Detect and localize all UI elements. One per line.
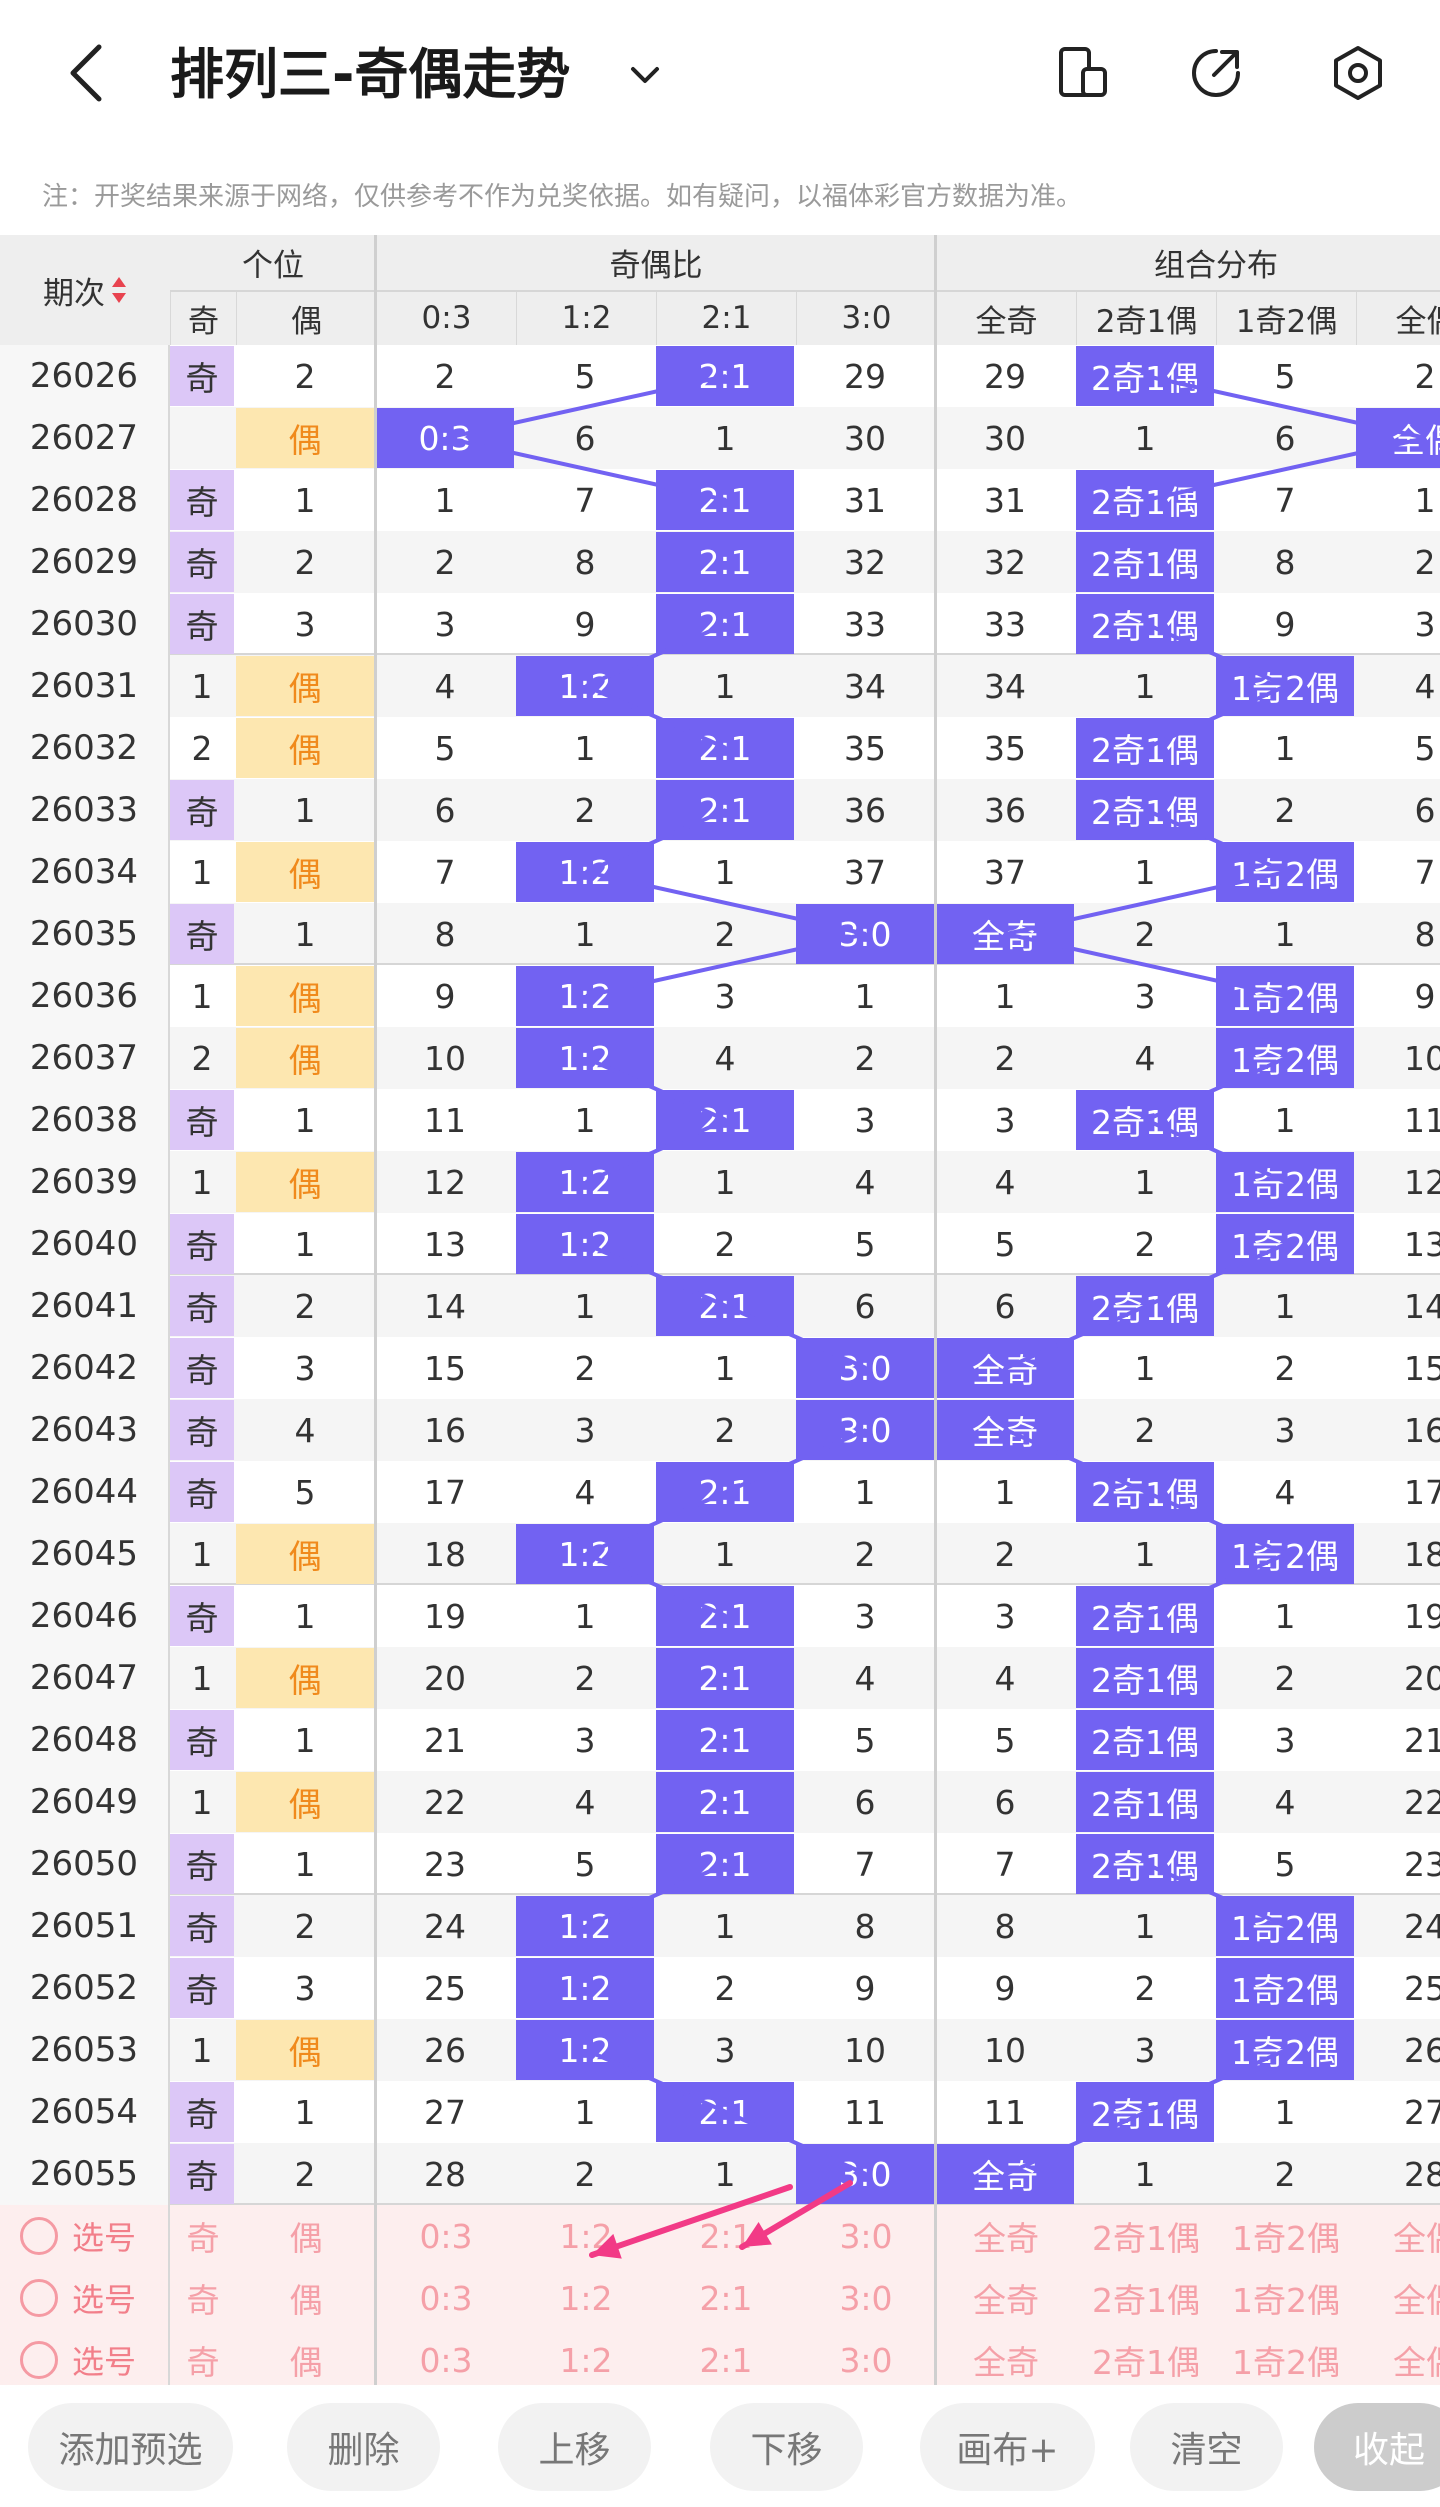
- layout-toggle-button[interactable]: [1050, 40, 1116, 106]
- move-up-button[interactable]: 上移: [498, 2403, 651, 2491]
- trend-line-segment: [1145, 808, 1287, 874]
- page-title[interactable]: 排列三-奇偶走势: [170, 40, 570, 110]
- trend-line-segment: [585, 1242, 727, 1308]
- trend-line-segment: [1145, 374, 1427, 440]
- trend-line-segment: [445, 374, 727, 440]
- annotation-arrow-icon: [589, 2184, 793, 2259]
- back-button[interactable]: [50, 38, 120, 108]
- annotation-arrow-icon: [739, 2180, 853, 2250]
- bottom-toolbar: 添加预选 删除 上移 下移 画布+ 清空 收起: [0, 2385, 1440, 2507]
- trend-line-segment: [1145, 1242, 1287, 1308]
- trend-line-segment: [585, 1118, 727, 1184]
- trend-line-segment: [585, 1862, 727, 1928]
- header: 排列三-奇偶走势: [0, 0, 1440, 150]
- trend-line-segment: [725, 2110, 867, 2176]
- trend-line-segment: [1145, 684, 1287, 750]
- title-dropdown[interactable]: [620, 50, 670, 100]
- trend-line-segment: [585, 684, 727, 750]
- settings-button[interactable]: [1325, 40, 1391, 106]
- add-preselect-button[interactable]: 添加预选: [28, 2403, 233, 2491]
- trend-line-segment: [725, 1304, 867, 1370]
- trend-line-segment: [1005, 1304, 1147, 1370]
- trend-line-segment: [1145, 1552, 1287, 1618]
- trend-line-segment: [1145, 436, 1427, 502]
- trend-line-segment: [445, 436, 727, 502]
- clear-button[interactable]: 清空: [1130, 2403, 1283, 2491]
- trend-line-segment: [1005, 870, 1287, 936]
- trend-table[interactable]: 期次个位奇偶比组合分布奇偶0:31:22:13:0全奇2奇1偶1奇2偶全偶260…: [0, 235, 1440, 2385]
- back-arrow-icon: [70, 44, 102, 102]
- trend-line-segment: [585, 808, 727, 874]
- trend-line-segment: [585, 2048, 727, 2114]
- trend-lines: [445, 374, 1427, 2259]
- trend-line-segment: [1145, 1056, 1287, 1122]
- chevron-down-icon: [631, 67, 659, 83]
- trend-line-segment: [1145, 622, 1287, 688]
- trend-line-segment: [1005, 2110, 1147, 2176]
- trend-line-segment: [1145, 1118, 1287, 1184]
- move-down-button[interactable]: 下移: [710, 2403, 863, 2491]
- trend-line-segment: [1145, 2048, 1287, 2114]
- share-icon: [1192, 49, 1240, 97]
- canvas-button[interactable]: 画布+: [920, 2403, 1095, 2491]
- share-button[interactable]: [1183, 40, 1249, 106]
- trend-line-segment: [1145, 1490, 1287, 1556]
- trend-line-segment: [585, 870, 867, 936]
- trend-line-segment: [1145, 1862, 1287, 1928]
- gear-icon: [1334, 46, 1382, 100]
- trend-line-segment: [585, 1056, 727, 1122]
- trend-line-segment: [585, 1552, 727, 1618]
- trend-line-segment: [1005, 932, 1287, 998]
- app-root: 排列三-奇偶走势 注：开奖结果来源于网络，仅供参考不作为兑奖依据。如有疑问，以福…: [0, 0, 1440, 2507]
- trend-line-segment: [725, 1428, 867, 1494]
- trend-line-segment: [585, 932, 867, 998]
- delete-button[interactable]: 删除: [287, 2403, 440, 2491]
- trend-line-segment: [585, 1490, 727, 1556]
- trend-line-segment: [1005, 1428, 1147, 1494]
- disclaimer-note: 注：开奖结果来源于网络，仅供参考不作为兑奖依据。如有疑问，以福体彩官方数据为准。: [42, 182, 1083, 212]
- phone-layout-icon: [1059, 47, 1107, 97]
- collapse-button[interactable]: 收起: [1314, 2403, 1440, 2491]
- trend-line-segment: [585, 622, 727, 688]
